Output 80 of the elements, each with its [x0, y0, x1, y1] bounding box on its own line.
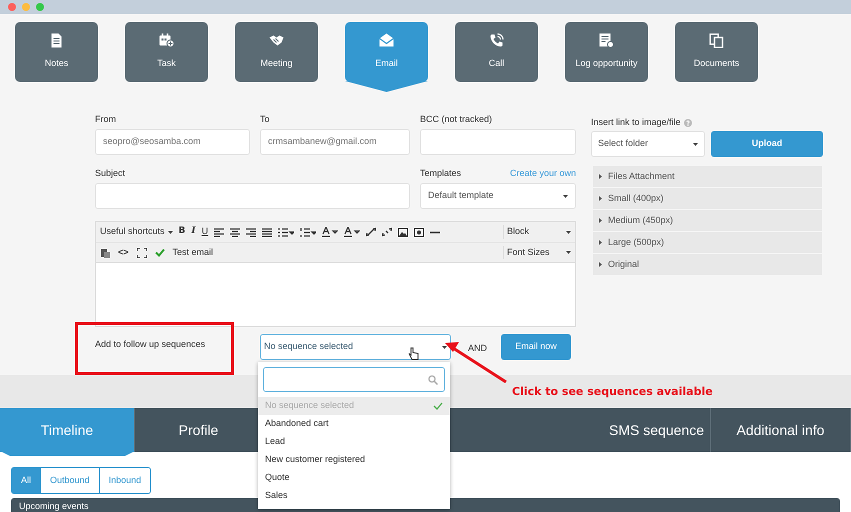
test-email-button[interactable]: Test email — [172, 246, 214, 260]
underline-button[interactable]: U — [202, 225, 208, 239]
report-icon — [599, 33, 614, 48]
to-label: To — [260, 113, 271, 126]
activity-tab[interactable]: Documents — [675, 22, 758, 82]
bullet-list-icon[interactable] — [278, 228, 294, 236]
search-icon — [428, 374, 438, 384]
justify-icon[interactable] — [262, 228, 272, 236]
activity-tab[interactable]: Log opportunity — [565, 22, 648, 82]
fullscreen-icon[interactable] — [136, 248, 147, 258]
bcc-field[interactable] — [420, 129, 576, 155]
align-center-icon[interactable] — [230, 228, 240, 236]
phone-icon — [489, 33, 504, 48]
attachment-section[interactable]: Original — [593, 254, 822, 275]
to-field[interactable]: crmsambanew@gmail.com — [260, 129, 410, 155]
attachment-section[interactable]: Files Attachment — [593, 166, 822, 187]
filter-button[interactable]: All — [11, 467, 42, 494]
activity-tab[interactable]: Notes — [15, 22, 98, 82]
caret-icon — [693, 142, 698, 146]
envelope-icon — [379, 33, 394, 48]
annotation-arrow — [445, 341, 507, 383]
filter-button[interactable]: Outbound — [41, 467, 100, 494]
numbered-list-icon[interactable] — [300, 228, 316, 236]
background-color-icon[interactable] — [344, 227, 360, 237]
template-select[interactable]: Default template — [420, 183, 576, 209]
image-icon[interactable] — [398, 228, 408, 236]
email-now-button[interactable]: Email now — [501, 334, 571, 360]
caret-icon — [599, 218, 602, 223]
activity-tab[interactable]: Call — [455, 22, 538, 82]
caret-icon — [168, 230, 173, 234]
bold-button[interactable]: B — [178, 225, 186, 239]
caret-icon — [599, 262, 602, 267]
templates-label: Templates — [420, 167, 462, 180]
paste-icon[interactable] — [100, 248, 110, 258]
bcc-label: BCC (not tracked) — [420, 113, 494, 126]
link-icon[interactable] — [366, 227, 376, 237]
align-left-icon[interactable] — [214, 228, 224, 236]
text-color-icon[interactable] — [322, 227, 338, 237]
sequence-option[interactable]: Quote — [258, 469, 450, 487]
activity-tab[interactable]: Task — [125, 22, 208, 82]
profile-tab[interactable]: Additional info — [711, 408, 851, 452]
unlink-icon[interactable] — [382, 227, 392, 237]
folder-select[interactable]: Select folder — [591, 131, 705, 157]
subject-field[interactable] — [95, 183, 410, 209]
upload-button[interactable]: Upload — [711, 131, 823, 157]
source-code-button[interactable]: <> — [118, 246, 129, 260]
caret-icon — [599, 196, 602, 201]
caret-icon — [563, 194, 568, 198]
shortcuts-dropdown[interactable]: Useful shortcuts — [100, 225, 173, 239]
sequences-label: Add to follow up sequences — [95, 338, 206, 351]
and-label: AND — [468, 342, 488, 355]
annotation-text: Click to see sequences available — [512, 384, 713, 400]
sequence-search-field[interactable] — [263, 367, 445, 392]
sequence-select[interactable]: No sequence selected — [260, 334, 451, 360]
caret-icon — [442, 346, 447, 348]
insert-link-label: Insert link to image/file — [591, 116, 681, 130]
block-dropdown[interactable]: Block — [503, 225, 571, 239]
media-icon[interactable] — [414, 228, 424, 236]
hand-cursor-icon — [408, 347, 419, 361]
checkmark-icon[interactable] — [154, 248, 165, 257]
caret-icon — [599, 174, 602, 179]
attachment-section[interactable]: Large (500px) — [593, 232, 822, 253]
calendar-icon — [159, 33, 174, 48]
from-field[interactable]: seopro@seosamba.com — [95, 129, 250, 155]
checkmark-icon — [433, 402, 443, 410]
caret-icon — [566, 230, 571, 234]
attachment-section[interactable]: Small (400px) — [593, 188, 822, 209]
copy-icon — [709, 33, 724, 48]
from-label: From — [95, 113, 117, 126]
subject-label: Subject — [95, 167, 126, 180]
activity-tab[interactable]: Meeting — [235, 22, 318, 82]
align-right-icon[interactable] — [246, 228, 256, 236]
attachment-section[interactable]: Medium (450px) — [593, 210, 822, 231]
sequence-option[interactable]: New customer registered — [258, 451, 450, 469]
caret-icon — [566, 251, 571, 254]
font-sizes-dropdown[interactable]: Font Sizes — [503, 246, 571, 260]
italic-button[interactable]: I — [191, 225, 196, 239]
caret-icon — [599, 240, 602, 245]
filter-button[interactable]: Inbound — [100, 467, 152, 494]
document-icon — [49, 33, 64, 48]
